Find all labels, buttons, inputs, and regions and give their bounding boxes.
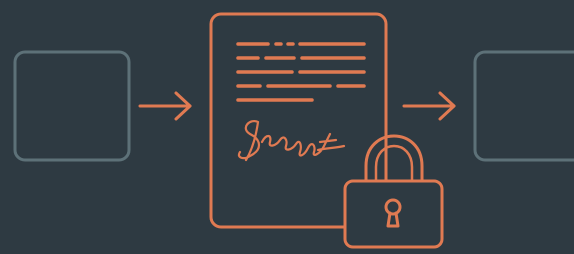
handwritten-signature-icon [237,120,346,162]
arrow-left-icon [138,91,192,121]
left-box [13,50,131,162]
padlock-shackle-inner [374,144,414,184]
padlock-icon [343,134,444,249]
padlock-shackle [364,134,424,184]
diagram-canvas [0,0,574,254]
document-text-lines [236,42,366,102]
right-box [473,50,574,162]
secure-signing-diagram [13,12,574,249]
arrow-right-icon [402,91,456,121]
